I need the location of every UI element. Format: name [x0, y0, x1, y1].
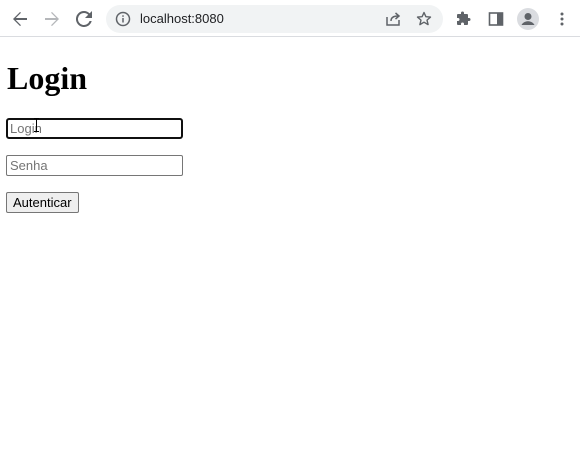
reload-button[interactable]	[70, 5, 98, 33]
side-panel-button[interactable]	[482, 5, 510, 33]
profile-button[interactable]	[514, 5, 542, 33]
share-icon[interactable]	[384, 10, 402, 28]
info-icon[interactable]	[114, 10, 132, 28]
page-content: Login Autenticar	[0, 37, 580, 462]
menu-button[interactable]	[548, 5, 576, 33]
star-icon[interactable]	[415, 10, 433, 28]
text-cursor-icon	[34, 118, 39, 132]
browser-toolbar: localhost:8080	[0, 0, 580, 37]
reload-icon	[76, 11, 92, 27]
kebab-menu-icon	[560, 12, 564, 26]
page-title: Login	[7, 60, 88, 96]
login-input[interactable]	[6, 118, 183, 139]
arrow-right-icon	[45, 12, 59, 26]
url-text[interactable]: localhost:8080	[140, 11, 224, 27]
forward-button[interactable]	[38, 5, 66, 33]
avatar-icon	[517, 8, 539, 30]
back-button[interactable]	[6, 5, 34, 33]
address-bar[interactable]: localhost:8080	[106, 5, 443, 33]
extensions-button[interactable]	[450, 5, 478, 33]
puzzle-icon	[457, 11, 471, 25]
password-input[interactable]	[6, 155, 183, 176]
authenticate-button[interactable]: Autenticar	[6, 192, 79, 213]
arrow-left-icon	[13, 12, 27, 26]
side-panel-icon	[488, 12, 504, 26]
